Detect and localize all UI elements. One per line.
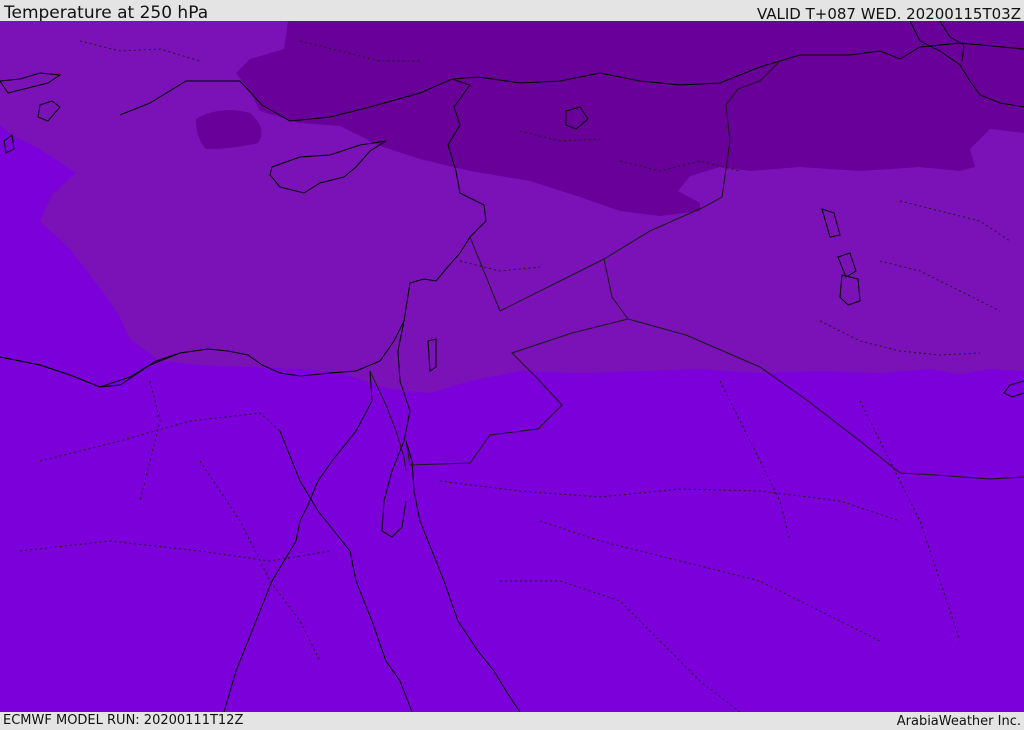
header-bar: Temperature at 250 hPa VALID T+087 WED. … — [0, 0, 1024, 23]
temperature-band-pocket — [196, 110, 262, 149]
credit-label: ArabiaWeather Inc. — [896, 714, 1021, 729]
footer-bar: ECMWF MODEL RUN: 20200111T12Z ArabiaWeat… — [0, 712, 1024, 729]
chart-title: Temperature at 250 hPa — [4, 3, 209, 23]
map-panel[interactable] — [0, 21, 1024, 712]
model-run-label: ECMWF MODEL RUN: 20200111T12Z — [3, 713, 244, 728]
temperature-map — [0, 21, 1024, 712]
